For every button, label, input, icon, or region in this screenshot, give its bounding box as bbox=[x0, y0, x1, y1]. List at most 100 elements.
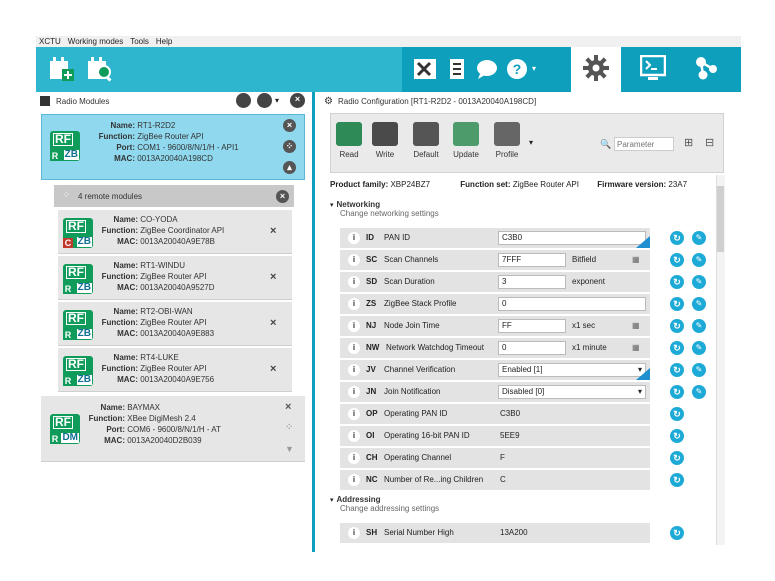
chevron-down-icon[interactable]: ▾ bbox=[529, 138, 533, 147]
add-module-icon[interactable] bbox=[48, 55, 76, 83]
info-icon[interactable]: i bbox=[348, 452, 360, 464]
expand-icon[interactable]: ▼ bbox=[285, 444, 294, 454]
param-unit: Bitfield bbox=[572, 255, 597, 264]
network-icon[interactable] bbox=[693, 54, 721, 82]
write-param-icon[interactable]: ✎ bbox=[692, 319, 706, 333]
product-family: XBP24BZ7 bbox=[390, 180, 431, 189]
info-icon[interactable]: i bbox=[348, 298, 360, 310]
param-value-select[interactable]: Enabled [1] bbox=[498, 363, 646, 377]
help-icon[interactable]: ? bbox=[505, 56, 529, 82]
menu-working-modes[interactable]: Working modes bbox=[68, 37, 123, 46]
remove-module-icon[interactable]: × bbox=[283, 119, 296, 132]
tools-icon[interactable] bbox=[411, 56, 439, 82]
read-param-icon[interactable]: ↻ bbox=[670, 275, 684, 289]
remove-module-icon[interactable]: × bbox=[270, 317, 276, 329]
rf-label: RF bbox=[53, 415, 73, 429]
module-name: RT1-WINDU bbox=[140, 261, 185, 270]
write-param-icon[interactable]: ✎ bbox=[692, 341, 706, 355]
info-icon[interactable]: i bbox=[348, 342, 360, 354]
update-button[interactable]: Update bbox=[453, 122, 479, 159]
param-name: Operating 16-bit PAN ID bbox=[384, 431, 470, 440]
info-icon[interactable]: i bbox=[348, 364, 360, 376]
discover-remote-icon[interactable]: ⁘ bbox=[283, 140, 296, 153]
chevron-down-icon[interactable]: ▾ bbox=[532, 64, 536, 73]
menu-tools[interactable]: Tools bbox=[130, 37, 149, 46]
write-param-icon[interactable]: ✎ bbox=[692, 363, 706, 377]
info-icon[interactable]: i bbox=[348, 474, 360, 486]
chat-icon[interactable] bbox=[474, 56, 500, 82]
read-button[interactable]: Read bbox=[336, 122, 362, 159]
find-icon[interactable] bbox=[236, 93, 251, 108]
read-param-icon[interactable]: ↻ bbox=[670, 385, 684, 399]
param-value-input[interactable]: C3B0 bbox=[498, 231, 646, 245]
rf-label: RF bbox=[53, 132, 73, 146]
menu-xctu[interactable]: XCTU bbox=[39, 37, 61, 46]
info-icon[interactable]: i bbox=[348, 386, 360, 398]
param-value-select[interactable]: Disabled [0] bbox=[498, 385, 646, 399]
chevron-down-icon[interactable]: ▾ bbox=[275, 96, 279, 105]
calculator-icon[interactable]: ▦ bbox=[632, 255, 640, 264]
read-param-icon[interactable]: ↻ bbox=[670, 253, 684, 267]
section-networking[interactable]: ▾ Networking Change networking settings bbox=[330, 200, 439, 218]
read-param-icon[interactable]: ↻ bbox=[670, 319, 684, 333]
parameter-search-input[interactable] bbox=[614, 137, 674, 151]
list-options-icon[interactable] bbox=[257, 93, 272, 108]
read-param-icon[interactable]: ↻ bbox=[670, 231, 684, 245]
param-value-input[interactable]: 3 bbox=[498, 275, 566, 289]
remove-module-icon[interactable]: × bbox=[285, 401, 291, 413]
param-row-jn: i JN Join Notification Disabled [0] bbox=[340, 382, 650, 403]
info-icon[interactable]: i bbox=[348, 430, 360, 442]
terminal-icon[interactable] bbox=[639, 54, 667, 82]
discover-icon[interactable] bbox=[86, 55, 114, 83]
info-icon[interactable]: i bbox=[348, 232, 360, 244]
section-addressing[interactable]: ▾ Addressing Change addressing settings bbox=[330, 495, 439, 513]
write-param-icon[interactable]: ✎ bbox=[692, 275, 706, 289]
read-param-icon[interactable]: ↻ bbox=[670, 363, 684, 377]
config-scrollbar-thumb[interactable] bbox=[717, 186, 724, 252]
remove-module-icon[interactable]: × bbox=[270, 225, 276, 237]
write-param-icon[interactable]: ✎ bbox=[692, 385, 706, 399]
param-value-input[interactable]: FF bbox=[498, 319, 566, 333]
read-param-icon[interactable]: ↻ bbox=[670, 526, 684, 540]
zigbee-module-icon: RF ZB C bbox=[63, 218, 93, 248]
param-value-input[interactable]: 7FFF bbox=[498, 253, 566, 267]
rf-label: RF bbox=[66, 357, 86, 371]
info-icon[interactable]: i bbox=[348, 408, 360, 420]
write-param-icon[interactable]: ✎ bbox=[692, 297, 706, 311]
param-value-input[interactable]: 0 bbox=[498, 297, 646, 311]
read-param-icon[interactable]: ↻ bbox=[670, 451, 684, 465]
collapse-all-icon[interactable]: ⊟ bbox=[705, 136, 714, 149]
gear-icon[interactable] bbox=[582, 54, 610, 82]
write-param-icon[interactable]: ✎ bbox=[692, 231, 706, 245]
info-icon[interactable]: i bbox=[348, 320, 360, 332]
expand-all-icon[interactable]: ⊞ bbox=[684, 136, 693, 149]
remove-module-icon[interactable]: × bbox=[270, 363, 276, 375]
write-button[interactable]: Write bbox=[372, 122, 398, 159]
read-param-icon[interactable]: ↻ bbox=[670, 473, 684, 487]
read-param-icon[interactable]: ↻ bbox=[670, 407, 684, 421]
remove-all-icon[interactable]: × bbox=[290, 93, 305, 108]
info-icon[interactable]: i bbox=[348, 527, 360, 539]
remove-module-icon[interactable]: × bbox=[270, 271, 276, 283]
read-param-icon[interactable]: ↻ bbox=[670, 341, 684, 355]
param-value-input[interactable]: 0 bbox=[498, 341, 566, 355]
info-icon[interactable]: i bbox=[348, 254, 360, 266]
module-details: Name: CO-YODA Function: ZigBee Coordinat… bbox=[98, 214, 225, 247]
info-icon[interactable]: i bbox=[348, 276, 360, 288]
profile-button[interactable]: Profile bbox=[494, 122, 520, 159]
console-icon[interactable] bbox=[447, 56, 467, 82]
name-key: Name: bbox=[113, 215, 138, 224]
param-code: JV bbox=[366, 365, 376, 374]
write-param-icon[interactable]: ✎ bbox=[692, 253, 706, 267]
read-param-icon[interactable]: ↻ bbox=[670, 297, 684, 311]
calculator-icon[interactable]: ▦ bbox=[632, 321, 640, 330]
param-name: Scan Duration bbox=[384, 277, 435, 286]
read-param-icon[interactable]: ↻ bbox=[670, 429, 684, 443]
discover-remote-icon[interactable]: ⁘ bbox=[285, 422, 293, 433]
default-button[interactable]: Default bbox=[413, 122, 439, 159]
calculator-icon[interactable]: ▦ bbox=[632, 343, 640, 352]
param-row-sc: i SC Scan Channels 7FFF Bitfield ▦ bbox=[340, 250, 650, 271]
close-remote-icon[interactable]: × bbox=[276, 190, 289, 203]
menu-help[interactable]: Help bbox=[156, 37, 172, 46]
collapse-icon[interactable]: ▴ bbox=[283, 161, 296, 174]
